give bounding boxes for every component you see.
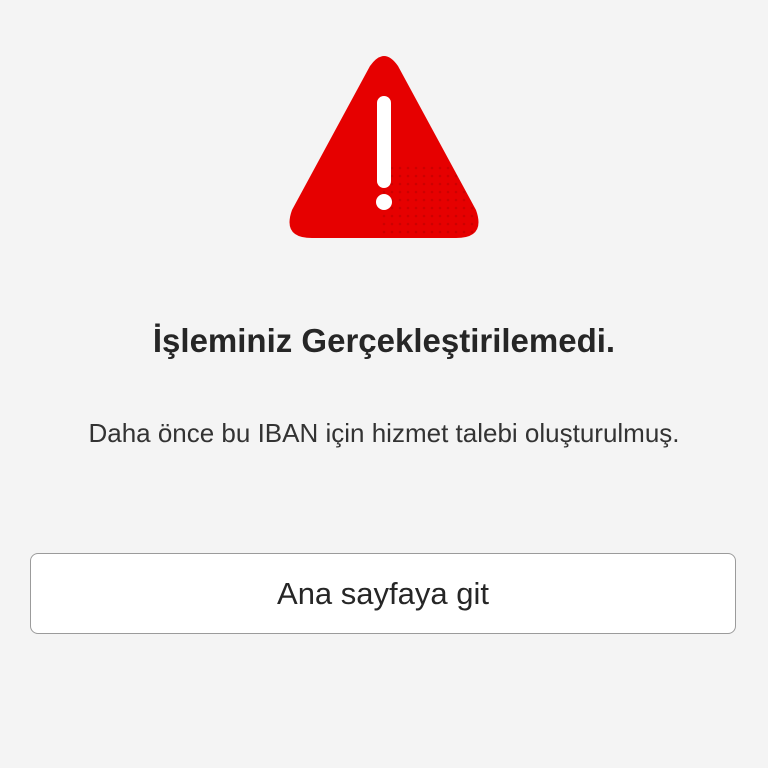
error-screen: İşleminiz Gerçekleştirilemedi. Daha önce…: [0, 0, 768, 768]
error-title: İşleminiz Gerçekleştirilemedi.: [152, 322, 616, 359]
warning-triangle-icon: [284, 52, 484, 242]
error-message: Daha önce bu IBAN için hizmet talebi olu…: [88, 418, 680, 448]
go-to-homepage-button[interactable]: Ana sayfaya git: [30, 553, 736, 634]
home-button-label: Ana sayfaya git: [277, 575, 489, 611]
